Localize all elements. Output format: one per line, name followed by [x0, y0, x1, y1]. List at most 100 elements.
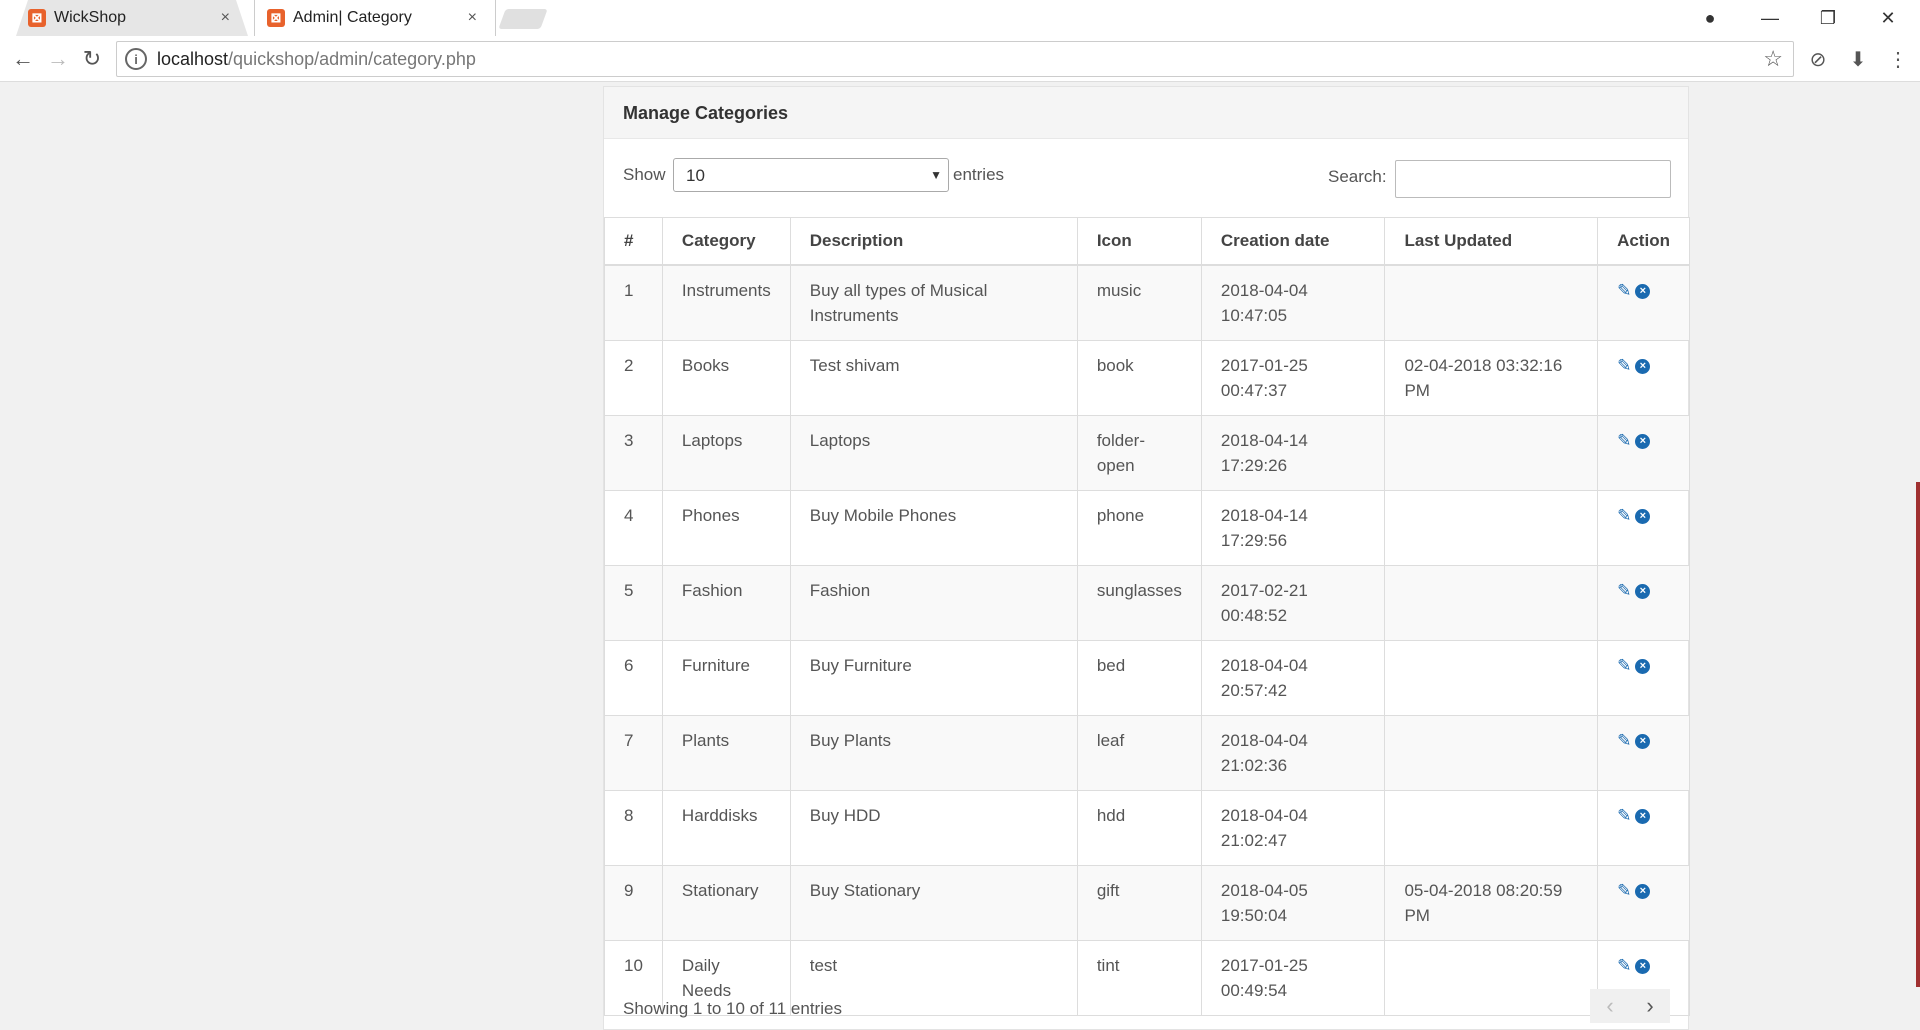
cell-icon: tint [1076, 940, 1202, 1016]
cell-number: 8 [604, 790, 663, 866]
tab-admin-category[interactable]: ⊠ Admin| Category × [254, 0, 496, 36]
cell-description: Buy Stationary [789, 865, 1078, 941]
cell-number: 4 [604, 490, 663, 566]
next-page-button[interactable]: › [1630, 989, 1670, 1023]
download-extension-icon[interactable]: ⬇ [1843, 44, 1873, 74]
delete-icon[interactable]: × [1635, 284, 1651, 299]
profile-icon[interactable]: ● [1685, 0, 1735, 36]
cell-icon: bed [1076, 640, 1202, 716]
cell-action: ✎ × [1597, 790, 1690, 866]
search-input[interactable] [1395, 160, 1671, 198]
cell-icon: phone [1076, 490, 1202, 566]
edit-icon[interactable]: ✎ [1617, 428, 1631, 453]
delete-icon[interactable]: × [1635, 884, 1651, 899]
cell-created: 2017-01-25 00:47:37 [1200, 340, 1386, 416]
table-info: Showing 1 to 10 of 11 entries [623, 999, 842, 1018]
edit-icon[interactable]: ✎ [1617, 578, 1631, 603]
block-icon[interactable]: ⊘ [1803, 44, 1833, 74]
cell-action: ✎ × [1597, 565, 1690, 641]
edit-icon[interactable]: ✎ [1617, 728, 1631, 753]
table-row: 3 Laptops Laptops folder-open 2018-04-14… [604, 415, 1690, 491]
cell-category: Stationary [661, 865, 791, 941]
column-header-icon[interactable]: Icon [1076, 217, 1202, 266]
cell-updated [1384, 790, 1599, 866]
cell-created: 2017-01-25 00:49:54 [1200, 940, 1386, 1016]
delete-icon[interactable]: × [1635, 584, 1651, 599]
cell-number: 9 [604, 865, 663, 941]
new-tab-button[interactable] [498, 9, 548, 29]
edit-icon[interactable]: ✎ [1617, 278, 1631, 303]
cell-category: Fashion [661, 565, 791, 641]
xampp-icon: ⊠ [267, 9, 285, 27]
forward-icon[interactable]: → [43, 44, 73, 74]
edit-icon[interactable]: ✎ [1617, 803, 1631, 828]
delete-icon[interactable]: × [1635, 659, 1651, 674]
url-field[interactable]: i localhost/quickshop/admin/category.php… [116, 41, 1794, 77]
cell-number: 1 [604, 264, 663, 341]
edit-icon[interactable]: ✎ [1617, 503, 1631, 528]
edit-icon[interactable]: ✎ [1617, 878, 1631, 903]
column-header-description[interactable]: Description [789, 217, 1078, 266]
table-row: 9 Stationary Buy Stationary gift 2018-04… [604, 865, 1690, 941]
delete-icon[interactable]: × [1635, 359, 1651, 374]
cell-icon: gift [1076, 865, 1202, 941]
cell-description: Buy all types of Musical Instruments [789, 264, 1078, 341]
cell-number: 7 [604, 715, 663, 791]
pagination: ‹ › [1590, 989, 1670, 1023]
cell-updated [1384, 715, 1599, 791]
minimize-button[interactable]: — [1745, 0, 1795, 36]
cell-category: Laptops [661, 415, 791, 491]
bookmark-star-icon[interactable]: ☆ [1763, 46, 1783, 72]
cell-created: 2018-04-05 19:50:04 [1200, 865, 1386, 941]
cell-number: 3 [604, 415, 663, 491]
delete-icon[interactable]: × [1635, 734, 1651, 749]
edit-icon[interactable]: ✎ [1617, 953, 1631, 978]
edit-icon[interactable]: ✎ [1617, 653, 1631, 678]
cell-updated [1384, 490, 1599, 566]
restore-button[interactable]: ❐ [1803, 0, 1853, 36]
cell-action: ✎ × [1597, 415, 1690, 491]
column-header-number[interactable]: # [604, 217, 663, 266]
tab-wickshop[interactable]: ⊠ WickShop × [16, 0, 248, 36]
page-scrollbar[interactable] [1916, 82, 1920, 1030]
cell-updated: 02-04-2018 03:32:16 PM [1384, 340, 1599, 416]
cell-category: Harddisks [661, 790, 791, 866]
url-path: /quickshop/admin/category.php [228, 48, 476, 69]
cell-action: ✎ × [1597, 340, 1690, 416]
info-icon[interactable]: i [125, 48, 147, 70]
table-row: 1 Instruments Buy all types of Musical I… [604, 264, 1690, 341]
table-row: 2 Books Test shivam book 2017-01-25 00:4… [604, 340, 1690, 416]
address-bar-row: ← → ↻ i localhost/quickshop/admin/catego… [0, 36, 1920, 82]
tab-title: Admin| Category [293, 9, 412, 26]
delete-icon[interactable]: × [1635, 959, 1651, 974]
column-header-last-updated[interactable]: Last Updated [1384, 217, 1599, 266]
browser-menu-icon[interactable]: ⋮ [1883, 44, 1913, 74]
delete-icon[interactable]: × [1635, 809, 1651, 824]
cell-updated: 05-04-2018 08:20:59 PM [1384, 865, 1599, 941]
reload-icon[interactable]: ↻ [77, 44, 107, 74]
cell-number: 2 [604, 340, 663, 416]
cell-description: Fashion [789, 565, 1078, 641]
column-header-creation-date[interactable]: Creation date [1200, 217, 1386, 266]
delete-icon[interactable]: × [1635, 434, 1651, 449]
cell-category: Instruments [661, 264, 791, 341]
back-icon[interactable]: ← [8, 44, 38, 74]
delete-icon[interactable]: × [1635, 509, 1651, 524]
close-tab-icon[interactable]: × [221, 9, 230, 27]
cell-description: Buy Plants [789, 715, 1078, 791]
cell-description: Buy Mobile Phones [789, 490, 1078, 566]
close-tab-icon[interactable]: × [468, 9, 477, 27]
cell-description: Test shivam [789, 340, 1078, 416]
edit-icon[interactable]: ✎ [1617, 353, 1631, 378]
table-row: 6 Furniture Buy Furniture bed 2018-04-04… [604, 640, 1690, 716]
show-label: Show [623, 165, 666, 184]
browser-tab-bar: ⊠ WickShop × ⊠ Admin| Category × ● — ❐ ✕ [0, 0, 1920, 36]
column-header-category[interactable]: Category [661, 217, 791, 266]
page-size-select[interactable]: 10 ▼ [673, 158, 949, 192]
cell-icon: sunglasses [1076, 565, 1202, 641]
scrollbar-thumb[interactable] [1916, 482, 1920, 987]
search-label: Search: [1328, 167, 1387, 186]
cell-icon: book [1076, 340, 1202, 416]
window-close-button[interactable]: ✕ [1863, 0, 1913, 36]
previous-page-button[interactable]: ‹ [1590, 989, 1630, 1023]
